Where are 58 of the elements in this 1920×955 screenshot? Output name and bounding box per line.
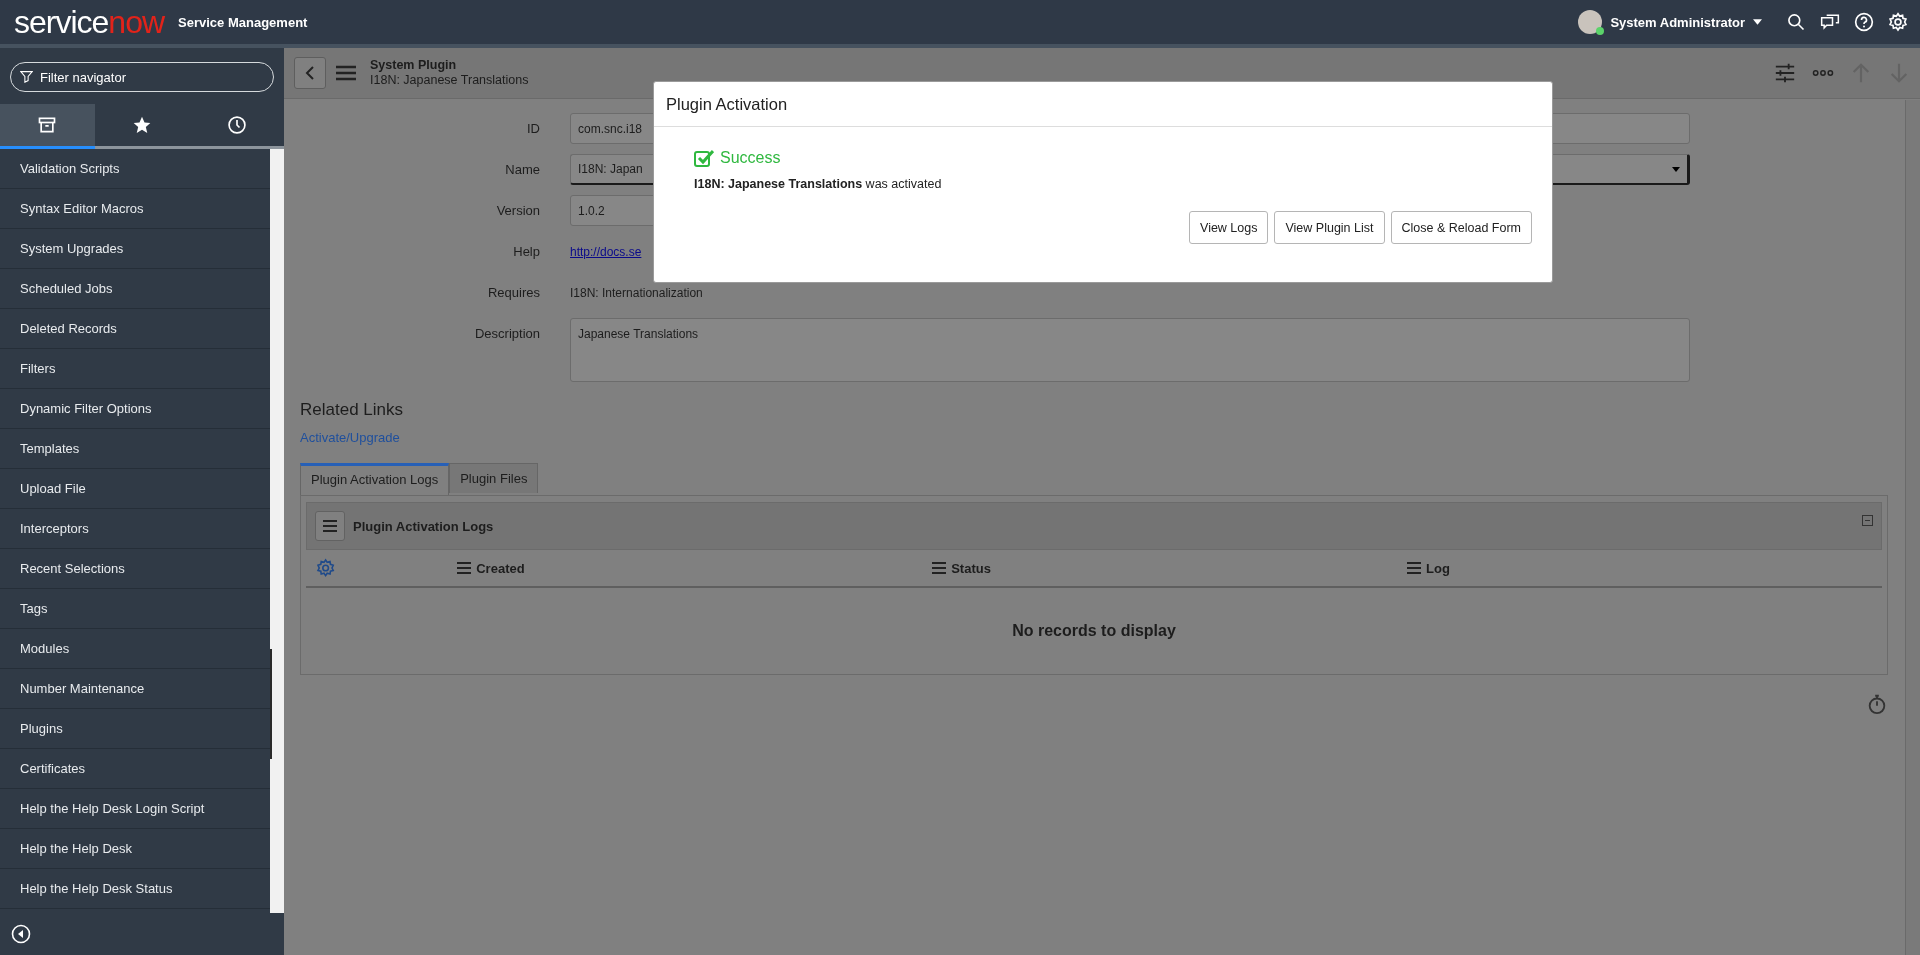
column-header[interactable]: Created: [476, 560, 525, 576]
dialog-button[interactable]: View Plugin List: [1274, 211, 1385, 244]
navigator-module[interactable]: Modules: [0, 629, 270, 669]
search-icon[interactable]: [1786, 12, 1806, 32]
back-button[interactable]: [294, 57, 326, 89]
list-menu-button[interactable]: [315, 511, 345, 541]
scrollbar[interactable]: [270, 149, 284, 913]
column-header[interactable]: Log: [1426, 560, 1450, 576]
field-label: Description: [473, 325, 540, 341]
related-list-tab[interactable]: Plugin Activation Logs: [300, 463, 450, 495]
checkbox-tick-icon: [694, 149, 714, 167]
clock-icon: [226, 115, 247, 135]
form-table-name: System Plugin: [370, 58, 458, 73]
dialog-button[interactable]: Close & Reload Form: [1390, 211, 1532, 244]
related-list-tab[interactable]: Plugin Files: [449, 463, 539, 493]
all-modules-tab[interactable]: [0, 104, 95, 149]
logo[interactable]: servicenow: [14, 6, 165, 38]
field-label: ID: [526, 121, 540, 136]
navigator-module[interactable]: Number Maintenance: [0, 669, 270, 709]
dialog-button[interactable]: View Logs: [1189, 211, 1269, 244]
star-icon: [132, 115, 152, 135]
filter-icon: [20, 70, 33, 83]
navigator-module[interactable]: Certificates: [0, 749, 270, 789]
menu-icon: [323, 520, 337, 532]
requires-value: I18N: Internationalization: [570, 285, 703, 300]
chat-icon[interactable]: [1820, 12, 1840, 32]
field-label: Version: [495, 203, 540, 218]
product-name: Service Management: [178, 14, 308, 30]
form-record-name: I18N: Japanese Translations: [370, 73, 529, 88]
menu-icon[interactable]: [336, 65, 356, 81]
stopwatch-icon[interactable]: [1866, 693, 1888, 715]
help-icon[interactable]: [1854, 12, 1874, 32]
related-links-heading: Related Links: [300, 400, 404, 420]
description-field[interactable]: Japanese Translations: [570, 318, 1690, 382]
empty-list-message: No records to display: [1011, 622, 1177, 640]
navigator-module[interactable]: Plugins: [0, 709, 270, 749]
field-label: Requires: [486, 285, 540, 300]
help-link[interactable]: http://docs.se: [570, 244, 642, 259]
column-menu-icon[interactable]: [932, 562, 947, 574]
dialog-title: Plugin Activation: [654, 82, 1552, 127]
field-label: Name: [504, 162, 540, 177]
field-label: Help: [512, 244, 540, 259]
collapse-icon[interactable]: [11, 924, 31, 944]
filter-navigator-field[interactable]: Filter navigator: [10, 62, 274, 92]
column-menu-icon[interactable]: [457, 562, 472, 574]
user-menu[interactable]: System Administrator: [1610, 14, 1745, 30]
archive-box-icon: [37, 115, 58, 135]
chevron-left-icon: [305, 65, 315, 81]
column-menu-icon[interactable]: [1407, 562, 1422, 574]
list-title: Plugin Activation Logs: [353, 518, 494, 534]
success-status: Success: [720, 149, 781, 167]
collapse-list-icon[interactable]: [1862, 515, 1873, 526]
sliders-icon[interactable]: [1774, 62, 1796, 84]
dropdown-icon: [1672, 166, 1680, 172]
column-header[interactable]: Status: [951, 560, 991, 576]
activation-message: I18N: Japanese Translations was activated: [694, 177, 943, 191]
caret-icon[interactable]: [1753, 19, 1762, 25]
avatar-icon[interactable]: [1578, 10, 1603, 34]
